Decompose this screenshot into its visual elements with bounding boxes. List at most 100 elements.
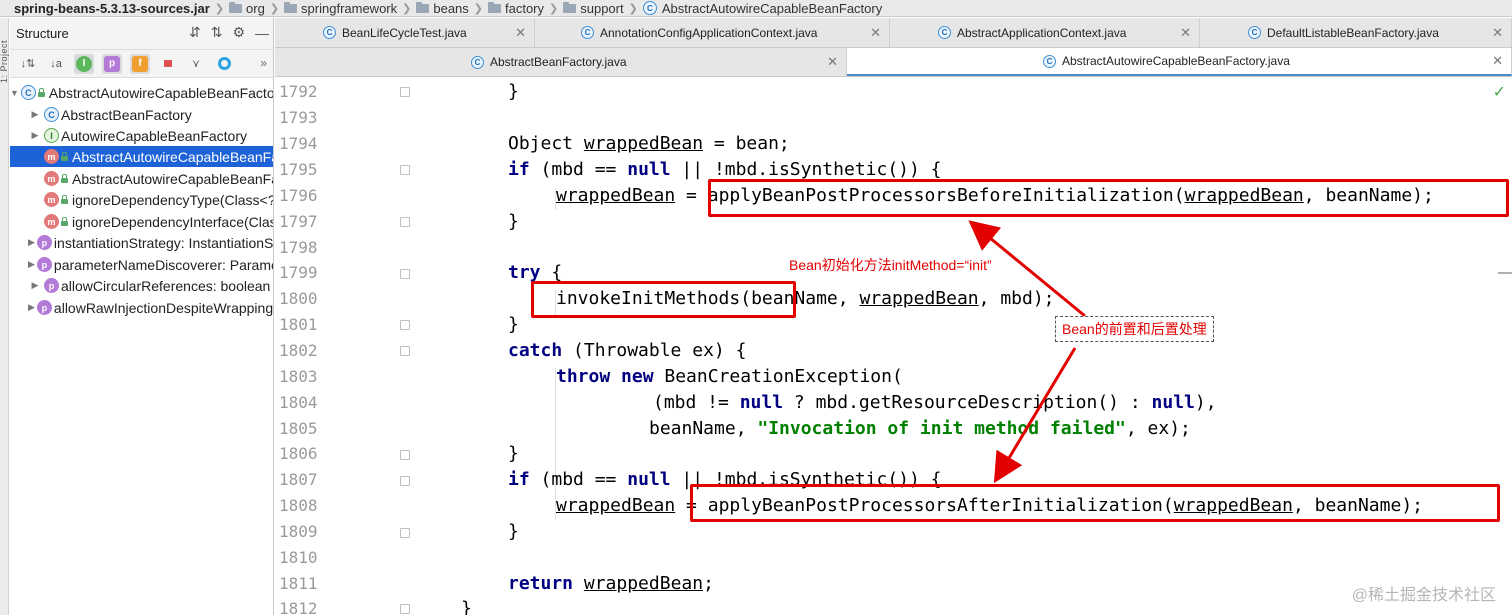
tree-item[interactable]: ▶ p instantiationStrategy: Instantiation… <box>10 232 273 253</box>
highlight-after-initialization <box>690 484 1500 522</box>
init-method-note: Bean初始化方法initMethod=“init” <box>789 257 992 273</box>
breadcrumb-jar[interactable]: spring-beans-5.3.13-sources.jar <box>0 1 212 16</box>
breadcrumb-item-org[interactable]: org <box>227 1 267 16</box>
tree-item[interactable]: ▶ p allowRawInjectionDespiteWrapping: bo… <box>10 297 273 318</box>
folder-icon <box>229 1 243 13</box>
class-icon: C <box>938 26 951 39</box>
interface-icon: I <box>44 128 59 143</box>
tab-annotationconfigapplicationcontext[interactable]: C AnnotationConfigApplicationContext.jav… <box>535 18 890 47</box>
line-number: 1798 <box>279 238 318 257</box>
tree-item[interactable]: ▶ I AutowireCapableBeanFactory <box>10 125 273 146</box>
property-icon: p <box>36 300 52 315</box>
breadcrumb-item-current[interactable]: C AbstractAutowireCapableBeanFactory <box>641 1 884 16</box>
breadcrumb-item-beans[interactable]: beans <box>414 1 470 16</box>
sort-by-visibility-icon[interactable]: ↓⇅ <box>18 54 38 74</box>
code-line-1811: return wrappedBean; <box>508 573 714 594</box>
line-number: 1796 <box>279 186 318 205</box>
class-icon: C <box>471 55 484 69</box>
folder-icon <box>284 1 298 13</box>
code-editor[interactable]: 1792 1793 1794 1795 1796 1797 1798 1799 … <box>275 78 1512 615</box>
tree-item[interactable]: m ignoreDependencyType(Class<?>) <box>10 189 273 210</box>
class-icon: C <box>1043 54 1056 68</box>
structure-title: Structure <box>16 26 69 41</box>
fold-marker[interactable] <box>400 269 410 279</box>
tab-defaultlistablebeanfactory[interactable]: C DefaultListableBeanFactory.java ✕ <box>1200 18 1512 47</box>
fold-marker[interactable] <box>400 528 410 538</box>
show-inherited-icon[interactable]: I <box>74 53 94 74</box>
fold-marker[interactable] <box>400 320 410 330</box>
tab-abstractapplicationcontext[interactable]: C AbstractApplicationContext.java ✕ <box>890 18 1200 47</box>
editor-tabs-row-1: C BeanLifeCycleTest.java ✕ C AnnotationC… <box>275 18 1512 48</box>
close-icon[interactable]: ✕ <box>827 54 838 70</box>
class-icon: C <box>323 26 336 39</box>
tab-abstractautowirecapablebeanfactory[interactable]: C AbstractAutowireCapableBeanFactory.jav… <box>847 48 1512 76</box>
structure-panel: Structure ⇵ ⇅ ⚙ — ↓⇅ ↓a I p f ⋎ » ▼ C Ab… <box>10 18 274 615</box>
code-line-1812: } <box>461 598 472 615</box>
line-number: 1794 <box>279 134 318 153</box>
tree-item-selected[interactable]: m AbstractAutowireCapableBeanFactory() <box>10 146 273 167</box>
close-icon[interactable]: ✕ <box>1180 25 1191 41</box>
show-lambdas-icon[interactable]: ⋎ <box>186 54 206 74</box>
gear-icon[interactable]: ⚙ <box>232 24 245 41</box>
close-icon[interactable]: ✕ <box>870 25 881 41</box>
chevron-right-icon[interactable]: ▶ <box>28 302 35 313</box>
fold-marker[interactable] <box>400 476 410 486</box>
line-number: 1805 <box>279 419 318 438</box>
fold-marker[interactable] <box>400 604 410 614</box>
lock-icon <box>61 174 68 183</box>
chevron-right-icon[interactable]: ▶ <box>28 259 35 270</box>
minimize-icon[interactable]: — <box>255 25 269 41</box>
highlight-invoke-init-methods <box>531 281 796 318</box>
close-icon[interactable]: ✕ <box>515 25 526 41</box>
sort-alphabetically-icon[interactable]: ↓a <box>46 54 66 74</box>
line-number: 1811 <box>279 574 318 593</box>
line-number: 1797 <box>279 212 318 231</box>
line-number: 1793 <box>279 108 318 127</box>
collapse-all-icon[interactable]: ⇅ <box>211 24 223 41</box>
breadcrumb-item-factory[interactable]: factory <box>486 1 546 16</box>
method-icon: m <box>44 149 59 164</box>
more-icon[interactable]: » <box>260 56 267 70</box>
chevron-right-icon[interactable]: ▶ <box>28 280 42 291</box>
folder-icon <box>416 1 430 13</box>
editor-tabs-row-2: C AbstractBeanFactory.java ✕ C AbstractA… <box>275 48 1512 77</box>
fold-marker[interactable] <box>400 346 410 356</box>
show-properties-icon[interactable]: p <box>102 53 122 74</box>
tree-item[interactable]: m AbstractAutowireCapableBeanFactory(Bea… <box>10 168 273 189</box>
show-fields-icon[interactable]: f <box>130 53 150 74</box>
fold-marker[interactable] <box>400 217 410 227</box>
fold-marker[interactable] <box>400 450 410 460</box>
fold-marker[interactable] <box>400 165 410 175</box>
close-icon[interactable]: ✕ <box>1492 25 1503 41</box>
property-icon: p <box>36 257 52 272</box>
pre-post-processing-note: Bean的前置和后置处理 <box>1055 316 1214 342</box>
scroll-marker <box>1498 272 1512 274</box>
chevron-right-icon: ❯ <box>402 2 412 15</box>
expand-all-icon[interactable]: ⇵ <box>189 24 201 41</box>
chevron-right-icon[interactable]: ▶ <box>28 237 35 248</box>
show-non-public-icon[interactable] <box>158 54 178 74</box>
chevron-right-icon[interactable]: ▶ <box>28 130 42 141</box>
code-line-1804: (mbd != null ? mbd.getResourceDescriptio… <box>653 392 1217 413</box>
autoscroll-icon[interactable] <box>214 54 234 74</box>
line-number: 1799 <box>279 263 318 282</box>
chevron-down-icon[interactable]: ▼ <box>10 88 19 98</box>
close-icon[interactable]: ✕ <box>1492 53 1503 69</box>
project-tool-label[interactable]: 1: Project <box>0 40 9 83</box>
chevron-right-icon[interactable]: ▶ <box>28 109 42 120</box>
tree-item[interactable]: ▶ p allowCircularReferences: boolean <box>10 275 273 296</box>
structure-header: Structure ⇵ ⇅ ⚙ — <box>10 18 273 50</box>
tree-item[interactable]: ▼ C AbstractAutowireCapableBeanFactory <box>10 82 273 103</box>
tab-beanlifecycletest[interactable]: C BeanLifeCycleTest.java ✕ <box>275 18 535 47</box>
breadcrumb-item-support[interactable]: support <box>561 1 625 16</box>
tree-item[interactable]: ▶ p parameterNameDiscoverer: ParameterNa… <box>10 254 273 275</box>
code-line-1809: } <box>508 521 519 542</box>
line-number: 1792 <box>279 82 318 101</box>
code-line-1806: } <box>508 443 519 464</box>
tab-abstractbeanfactory[interactable]: C AbstractBeanFactory.java ✕ <box>275 48 847 76</box>
editor-gutter: 1792 1793 1794 1795 1796 1797 1798 1799 … <box>275 78 410 615</box>
fold-marker[interactable] <box>400 87 410 97</box>
tree-item[interactable]: m ignoreDependencyInterface(Class<?>) <box>10 211 273 232</box>
breadcrumb-item-springframework[interactable]: springframework <box>282 1 399 16</box>
tree-item[interactable]: ▶ C AbstractBeanFactory <box>10 104 273 125</box>
